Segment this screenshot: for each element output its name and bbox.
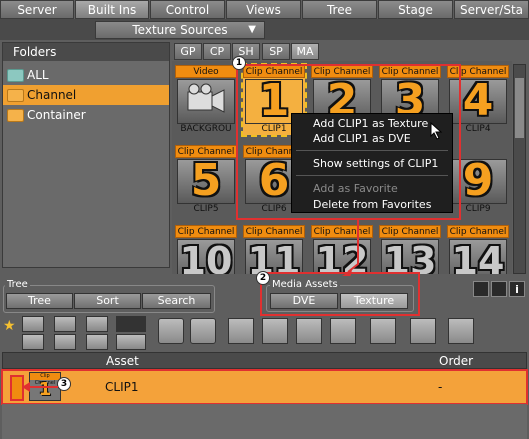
chevron-down-icon: ▼ <box>248 24 256 35</box>
link-icon[interactable] <box>54 316 76 332</box>
plus-icon[interactable] <box>86 316 108 332</box>
tree-group-label: Tree <box>5 279 30 290</box>
user-icon[interactable] <box>22 316 44 332</box>
asset-list-header: Asset Order <box>2 352 527 369</box>
folder-item-container[interactable]: Container <box>3 105 169 125</box>
sort-button[interactable]: Sort <box>74 293 141 309</box>
context-menu: Add CLIP1 as Texture Add CLIP1 as DVE Sh… <box>291 113 453 213</box>
orange-folder-icon <box>7 89 24 102</box>
tile-glyph: 5 <box>190 155 222 206</box>
menu-item-show-settings[interactable]: Show settings of CLIP1 <box>313 157 438 170</box>
asset-tile[interactable]: Clip Channel 13 <box>379 225 441 274</box>
menu-item-delete-favorites[interactable]: Delete from Favorites <box>313 198 431 211</box>
view-mode-icon[interactable] <box>116 334 146 350</box>
asset-tile[interactable]: Clip Channel 14 <box>447 225 509 274</box>
asset-tile[interactable]: Clip Channel 10 <box>175 225 237 274</box>
tile-title: Video <box>175 65 237 78</box>
menu-divider <box>296 175 448 176</box>
folders-header: Folders <box>3 43 169 61</box>
search-button[interactable]: Search <box>142 293 211 309</box>
star-icon[interactable]: ★ <box>3 318 17 338</box>
zoom-in-icon[interactable] <box>190 318 216 344</box>
top-tab-tree[interactable]: Tree <box>302 0 377 19</box>
refresh-icon[interactable] <box>448 318 474 344</box>
callout-badge-1: 1 <box>232 56 246 70</box>
folder-item-channel[interactable]: Channel <box>3 85 169 105</box>
top-tab-built-ins[interactable]: Built Ins <box>75 0 149 19</box>
asset-tab-sp[interactable]: SP <box>262 43 290 60</box>
tree-split-icon[interactable] <box>330 318 356 344</box>
folders-panel: Folders ALL Channel Container <box>2 42 170 268</box>
tile-glyph: 11 <box>247 239 301 274</box>
user-group-icon[interactable] <box>22 334 44 350</box>
monitor-icon[interactable] <box>473 281 489 297</box>
asset-column-header[interactable]: Asset <box>106 353 139 369</box>
tile-caption: CLIP5 <box>193 204 219 214</box>
top-tab-control[interactable]: Control <box>150 0 225 19</box>
order-column-header[interactable]: Order <box>439 353 473 369</box>
top-tab-stage[interactable]: Stage <box>378 0 453 19</box>
folder-label: Channel <box>27 88 77 102</box>
folder-label: ALL <box>27 68 49 82</box>
tile-caption: BACKGROU <box>180 124 232 134</box>
tree-merge-icon[interactable] <box>296 318 322 344</box>
media-assets-label: Media Assets <box>270 279 340 290</box>
menu-divider <box>296 150 448 151</box>
settings-icon[interactable] <box>491 281 507 297</box>
callout-badge-2: 2 <box>256 271 270 285</box>
tile-glyph: 14 <box>451 239 505 274</box>
texture-sources-dropdown[interactable]: Texture Sources ▼ <box>95 21 265 39</box>
asset-tile[interactable]: Clip Channel 11 <box>243 225 305 274</box>
video-camera-icon <box>177 79 235 124</box>
folder-item-all[interactable]: ALL <box>3 65 169 85</box>
asset-tile[interactable]: Clip Channel 5 CLIP5 <box>175 145 237 215</box>
container-icon[interactable] <box>370 318 396 344</box>
tile-glyph: 10 <box>179 239 233 274</box>
folder-label: Container <box>27 108 86 122</box>
grid-scrollbar-thumb[interactable] <box>515 78 524 138</box>
tree-collapse-icon[interactable] <box>262 318 288 344</box>
zoom-out-icon[interactable] <box>158 318 184 344</box>
tree-expand-icon[interactable] <box>228 318 254 344</box>
menu-item-add-texture[interactable]: Add CLIP1 as Texture <box>313 117 428 130</box>
callout-connector <box>342 220 359 278</box>
mouse-cursor-icon <box>430 122 443 140</box>
texture-sources-label: Texture Sources <box>132 23 228 37</box>
top-tab-server[interactable]: Server <box>0 0 74 19</box>
tree-button[interactable]: Tree <box>6 293 73 309</box>
asset-tab-cp[interactable]: CP <box>203 43 231 60</box>
tile-glyph: 13 <box>383 239 437 274</box>
asset-tab-gp[interactable]: GP <box>174 43 202 60</box>
callout-3-frame <box>1 369 528 405</box>
asset-list-empty-area <box>2 404 527 439</box>
teal-folder-icon <box>7 69 24 82</box>
asset-tab-ma[interactable]: MA <box>291 43 319 60</box>
info-icon[interactable]: i <box>509 281 525 297</box>
dve-button[interactable]: DVE <box>270 293 338 309</box>
unlink-icon[interactable] <box>54 334 76 350</box>
orange-folder-icon <box>7 109 24 122</box>
top-tab-views[interactable]: Views <box>226 0 301 19</box>
menu-item-add-favorite: Add as Favorite <box>313 182 398 195</box>
texture-button[interactable]: Texture <box>340 293 408 309</box>
layers-icon[interactable] <box>410 318 436 344</box>
filter-icon[interactable] <box>116 316 146 332</box>
top-tab-server-sta[interactable]: Server/Sta <box>454 0 529 19</box>
menu-item-add-dve[interactable]: Add CLIP1 as DVE <box>313 132 411 145</box>
minus-icon[interactable] <box>86 334 108 350</box>
asset-tile[interactable]: Video BACKGROU <box>175 65 237 135</box>
